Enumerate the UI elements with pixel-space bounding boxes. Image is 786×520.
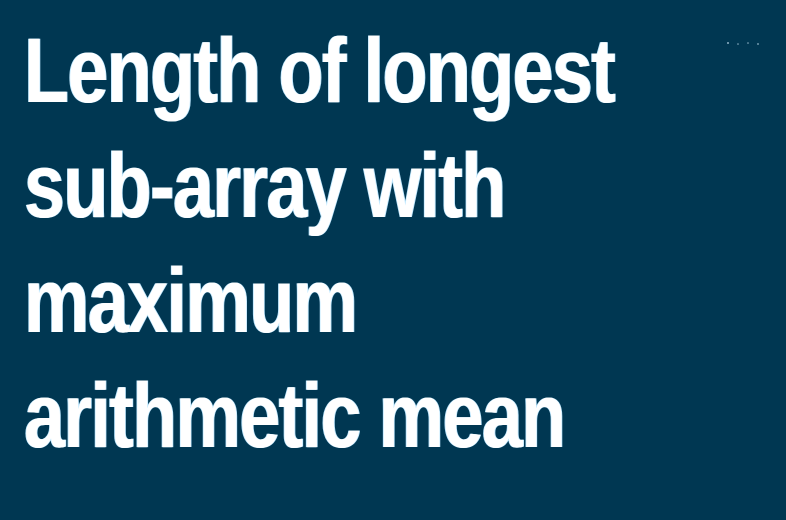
corner-speck-decoration [727,42,759,45]
title-banner: Length of longest sub-array with maximum… [0,0,786,520]
title-line-1: Length of longest [24,20,616,122]
title-line-3: maximum [24,250,358,352]
page-title: Length of longest sub-array with maximum… [24,14,616,474]
title-line-4: arithmetic mean [24,365,566,467]
title-line-2: sub-array with [24,135,506,237]
